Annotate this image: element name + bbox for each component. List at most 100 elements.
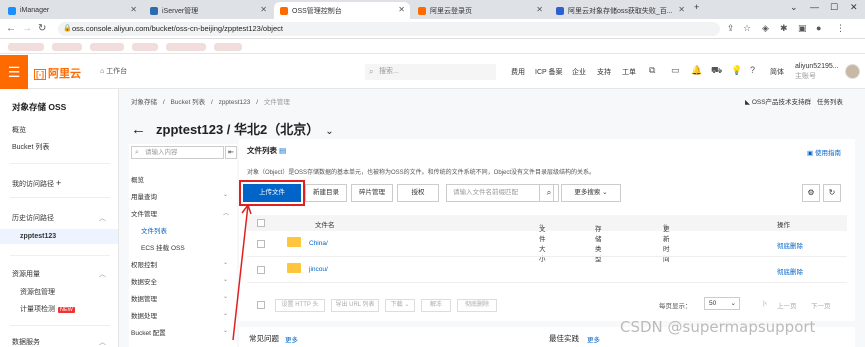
settings-icon[interactable]: ⚙ [802, 184, 820, 202]
subnav-item-file-list[interactable]: 文件列表 [141, 225, 167, 235]
subnav-group-access[interactable]: 权限控制 ⌄ [131, 259, 228, 269]
sidebar-item-overview[interactable]: 概览 [12, 125, 26, 135]
support-group-link[interactable]: ◣ OSS产品技术支持群 [745, 99, 811, 106]
row-checkbox[interactable] [257, 240, 265, 248]
select-all-checkbox[interactable] [257, 219, 265, 227]
new-directory-button[interactable]: 新建目录 [305, 184, 347, 202]
nav-link-icp[interactable]: ICP 备案 [535, 67, 563, 77]
tab-iserver[interactable]: iServer管理 ✕ [144, 2, 272, 19]
nav-link-support[interactable]: 支持 [597, 67, 611, 77]
close-icon[interactable]: ✕ [678, 5, 685, 14]
sidebar-item-resource-pack[interactable]: 资源包管理 [20, 287, 55, 297]
chevron-up-icon[interactable]: ︿ [99, 213, 106, 223]
nav-link-billing[interactable]: 费用 [511, 67, 525, 77]
tab-search-result[interactable]: 阿里云对象存储oss获取失败_百... ✕ [550, 2, 690, 19]
breadcrumb-item[interactable]: Bucket 列表 [170, 99, 205, 106]
back-icon[interactable]: ← [6, 23, 16, 34]
tab-imanager[interactable]: iManager ✕ [2, 2, 142, 19]
chevron-up-icon[interactable]: ︿ [99, 337, 106, 347]
tab-aliyun-login[interactable]: 阿里云登录页 ✕ [412, 2, 548, 19]
bell-icon[interactable]: 🔔 [691, 65, 702, 76]
breadcrumb-item[interactable]: zpptest123 [219, 99, 251, 106]
prev-page-button[interactable]: 上一页 [777, 300, 797, 310]
minimize-icon[interactable]: — [810, 2, 819, 12]
terminal-icon[interactable]: ⧉ [649, 65, 655, 76]
delete-link[interactable]: 彻底删除 [777, 240, 803, 250]
file-name-link[interactable]: China/ [309, 240, 328, 247]
new-tab-icon[interactable]: + [694, 2, 699, 12]
next-page-button[interactable]: 下一页 [811, 300, 831, 310]
breadcrumb-item[interactable]: 对象存储 [131, 99, 157, 106]
table-row[interactable]: jincou/ 彻底删除 [247, 257, 847, 283]
sidebar-item-bucket-list[interactable]: Bucket 列表 [12, 142, 49, 152]
first-page-icon[interactable]: |‹ [763, 300, 767, 307]
subnav-group-security[interactable]: 数据安全 ⌄ [131, 276, 228, 286]
page-size-select[interactable]: 50 ⌄ [704, 297, 740, 310]
table-row[interactable]: China/ 彻底删除 [247, 231, 847, 257]
share-icon[interactable]: ⇪ [727, 23, 735, 34]
puzzle-icon[interactable]: ✱ [780, 23, 788, 34]
close-icon[interactable]: ✕ [398, 5, 405, 14]
set-http-header-button[interactable]: 设置 HTTP 头 [275, 299, 325, 312]
forward-icon[interactable]: → [22, 23, 32, 34]
faq-more-link[interactable]: 更多 [285, 334, 298, 344]
sidebar-group-recent[interactable]: 历史访问路径 [12, 213, 54, 223]
bulk-select-checkbox[interactable] [257, 301, 265, 309]
sidebar-item-metering[interactable]: 计量项检测 NEW [20, 304, 75, 314]
language-switch[interactable]: 简体 [770, 67, 784, 77]
subnav-group-processing[interactable]: 数据处理 ⌄ [131, 310, 228, 320]
subnav-group-usage[interactable]: 用量查询 ⌄ [131, 191, 228, 201]
bulk-delete-button[interactable]: 彻底删除 [457, 299, 497, 312]
profile-icon[interactable]: ● [816, 23, 821, 33]
chevron-up-icon[interactable]: ︿ [99, 269, 106, 279]
subnav-group-bucket-config[interactable]: Bucket 配置 ⌄ [131, 327, 228, 337]
task-list-link[interactable]: 任务列表 [817, 99, 843, 106]
download-button[interactable]: 下载 ⌄ [385, 299, 415, 312]
subnav-search-input[interactable]: ⌕ 请输入内容 [131, 146, 224, 159]
fragment-manage-button[interactable]: 碎片管理 [351, 184, 393, 202]
delete-link[interactable]: 彻底删除 [777, 266, 803, 276]
kebab-menu-icon[interactable]: ⋮ [836, 23, 845, 34]
chevron-down-icon[interactable]: ⌄ [325, 126, 333, 137]
workbench-link[interactable]: ⌂ 工作台 [100, 66, 127, 76]
export-url-button[interactable]: 导出 URL 列表 [331, 299, 379, 312]
cloudshell-icon[interactable]: ▭ [671, 65, 680, 76]
back-arrow-icon[interactable]: ← [131, 121, 146, 138]
more-search-dropdown[interactable]: 更多搜索 ⌄ [561, 184, 621, 202]
window-close-icon[interactable]: ✕ [850, 2, 858, 13]
subnav-group-data-mgmt[interactable]: 数据管理 ⌄ [131, 293, 228, 303]
reload-icon[interactable]: ↻ [38, 23, 46, 34]
refresh-icon[interactable]: ↻ [823, 184, 841, 202]
column-header-name[interactable]: 文件名 [315, 219, 335, 229]
hamburger-menu-icon[interactable]: ☰ [0, 55, 28, 89]
aliyun-logo[interactable]: [-] 阿里云 [34, 65, 81, 81]
sidebar-item-zpptest123[interactable]: zpptest123 [20, 233, 56, 240]
upload-file-button[interactable]: 上传文件 [243, 184, 301, 202]
sidebar-item-my-paths[interactable]: 我的访问路径 + [12, 178, 61, 189]
usage-guide-link[interactable]: ▣ 使用指南 [807, 147, 841, 157]
file-prefix-search-input[interactable]: 请输入文件名前缀匹配 [446, 184, 554, 202]
tab-oss-console[interactable]: OSS管理控制台 ✕ [274, 2, 410, 19]
collapse-icon[interactable]: ⇤ [225, 146, 237, 159]
close-icon[interactable]: ✕ [130, 5, 137, 14]
cart-icon[interactable]: ⛟ [711, 65, 722, 77]
subnav-item-overview[interactable]: 概览 [131, 174, 144, 184]
close-icon[interactable]: ✕ [536, 5, 543, 14]
nav-link-enterprise[interactable]: 企业 [572, 67, 586, 77]
search-icon[interactable]: ⌕ [539, 184, 559, 202]
close-icon[interactable]: ✕ [260, 5, 267, 14]
url-field[interactable]: 🔒 oss.console.aliyun.com/bucket/oss-cn-b… [58, 22, 720, 36]
restore-button[interactable]: 解冻 [421, 299, 451, 312]
chevron-down-icon[interactable]: ⌄ [790, 2, 798, 13]
sidebar-group-data-service[interactable]: 数据服务 [12, 337, 40, 347]
star-icon[interactable]: ☆ [743, 23, 751, 34]
sidepanel-icon[interactable]: ▣ [798, 23, 807, 34]
global-search-input[interactable]: ⌕ 搜索... [365, 64, 496, 80]
row-checkbox[interactable] [257, 266, 265, 274]
help-icon[interactable]: ? [750, 65, 755, 75]
avatar[interactable] [845, 64, 860, 79]
subnav-group-file-mgmt[interactable]: 文件管理 ︿ [131, 208, 229, 218]
extension-icon[interactable]: ◈ [762, 23, 769, 34]
bulb-icon[interactable]: 💡 [731, 65, 742, 76]
sidebar-group-resource[interactable]: 资源用量 [12, 269, 40, 279]
